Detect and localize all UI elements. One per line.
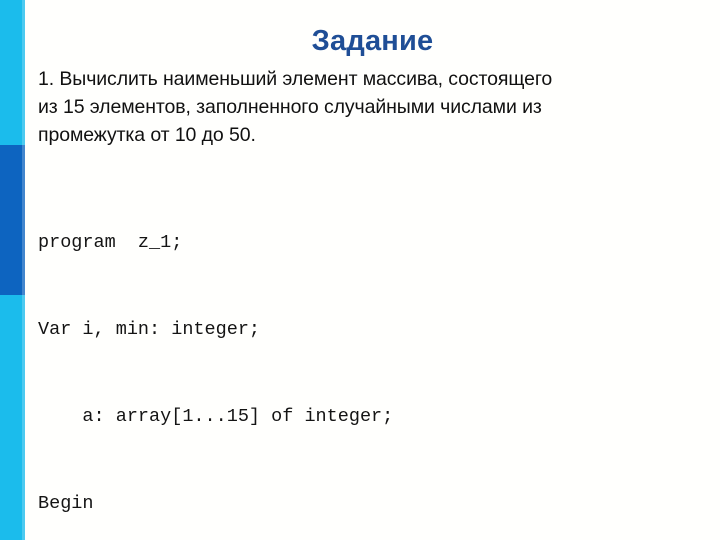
- code-line: program z_1;: [38, 232, 183, 253]
- code-line: a: array[1...15] of integer;: [38, 406, 394, 427]
- task-description: 1. Вычислить наименьший элемент массива,…: [38, 65, 700, 149]
- task-description-line: 1. Вычислить наименьший элемент массива,…: [38, 68, 553, 90]
- accent-rail-edge-highlight: [22, 0, 25, 540]
- task-description-line: из 15 элементов, заполненного случайными…: [38, 96, 542, 118]
- slide-title: Задание: [311, 25, 434, 57]
- task-description-line: промежутка от 10 до 50.: [38, 124, 256, 146]
- pascal-code-block: program z_1; Var i, min: integer; a: arr…: [38, 170, 708, 540]
- left-accent-rail: [0, 0, 25, 540]
- code-line: Begin: [38, 493, 94, 514]
- code-line: Var i, min: integer;: [38, 319, 261, 340]
- presentation-slide: Задание 1. Вычислить наименьший элемент …: [0, 0, 720, 540]
